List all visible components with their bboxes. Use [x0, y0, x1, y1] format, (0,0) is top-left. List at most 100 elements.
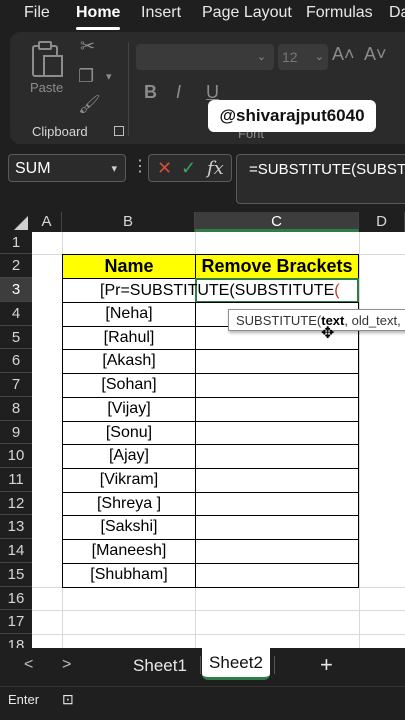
copy-icon[interactable]: ❐ [78, 66, 94, 87]
cut-icon[interactable]: ✂ [80, 36, 95, 57]
watermark-handle: @shivarajput6040 [208, 100, 376, 132]
row-header-2[interactable]: 2 [0, 254, 32, 278]
cancel-icon[interactable]: ✕ [157, 158, 172, 179]
row-header-8[interactable]: 8 [0, 397, 32, 421]
tab-page-layout[interactable]: Page Layout [202, 4, 292, 22]
clipboard-launcher-icon[interactable] [114, 126, 124, 136]
table-row-result[interactable] [195, 539, 359, 564]
row-header-13[interactable]: 13 [0, 515, 32, 539]
font-size-dropdown[interactable]: 12 ⌄ [278, 44, 328, 70]
shrink-font-icon[interactable]: A˅ [364, 44, 387, 65]
row-header-11[interactable]: 11 [0, 468, 32, 492]
tab-insert[interactable]: Insert [141, 4, 181, 22]
row-header-3[interactable]: 3 [0, 278, 32, 302]
select-all-icon [14, 216, 28, 230]
gridline [32, 634, 405, 635]
tab-divider [274, 656, 275, 674]
italic-icon[interactable]: I [176, 82, 181, 103]
row-header-17[interactable]: 17 [0, 610, 32, 634]
table-row-name[interactable]: [Akash] [62, 349, 196, 374]
table-row-name[interactable]: [Maneesh] [62, 539, 196, 564]
accessibility-icon[interactable]: ⊡ [62, 691, 74, 708]
tooltip-other-args: , old_text, n [344, 313, 405, 328]
paste-icon[interactable] [30, 40, 64, 83]
clipboard-group-label: Clipboard [32, 124, 88, 139]
tab-data[interactable]: Da [389, 4, 405, 22]
open-paren-highlight: ( [334, 282, 340, 299]
table-row-name[interactable]: [Shreya ] [62, 492, 196, 516]
table-row-name[interactable]: [Sakshi] [62, 515, 196, 540]
row-header-4[interactable]: 4 [0, 302, 32, 326]
table-row-name[interactable]: [Rahul] [62, 326, 196, 350]
formula-bar: SUM ▾ ⋮ ✕ ✓ fx =SUBSTITUTE(SUBSTITUTE( [0, 146, 405, 206]
chevron-left-icon[interactable]: < [24, 656, 33, 674]
status-bar: Enter ⊡ [0, 686, 405, 720]
cell-edit-text: [Pr=SUBSTITUTE(SUBSTITUTE( [100, 282, 340, 299]
row-header-7[interactable]: 7 [0, 373, 32, 397]
bold-icon[interactable]: B [144, 82, 157, 103]
row-header-9[interactable]: 9 [0, 421, 32, 444]
tooltip-function-name: SUBSTITUTE( [236, 313, 322, 328]
row-header-10[interactable]: 10 [0, 444, 32, 468]
grow-font-icon[interactable]: A˄ [332, 44, 355, 65]
tab-home[interactable]: Home [76, 4, 120, 22]
gridline [32, 610, 405, 611]
insert-function-icon[interactable]: fx [207, 158, 224, 179]
chevron-down-icon: ▾ [111, 163, 117, 175]
row-header-1[interactable]: 1 [0, 232, 32, 254]
font-size-value: 12 [282, 49, 298, 65]
table-row-result[interactable] [195, 373, 359, 398]
name-box-value: SUM [15, 160, 51, 177]
table-row-name[interactable]: [Sonu] [62, 421, 196, 445]
column-header-b[interactable]: B [62, 212, 195, 232]
add-sheet-button[interactable]: + [320, 652, 333, 678]
header-remove-brackets-cell[interactable]: Remove Brackets [195, 254, 359, 279]
table-row-result[interactable] [195, 421, 359, 445]
column-header-a[interactable]: A [32, 212, 62, 232]
chevron-down-icon: ⌄ [314, 51, 324, 63]
name-box[interactable]: SUM ▾ [8, 154, 126, 182]
font-name-dropdown[interactable]: ⌄ [136, 44, 274, 70]
table-row-name[interactable]: [Neha] [62, 302, 196, 327]
gridline [359, 232, 360, 648]
table-row-name[interactable]: [Sohan] [62, 373, 196, 398]
sheet-tab-sheet1[interactable]: Sheet1 [128, 648, 192, 680]
select-all-corner[interactable] [0, 212, 32, 232]
table-row-name[interactable]: [Shubham] [62, 563, 196, 588]
tab-file[interactable]: File [24, 4, 50, 22]
formula-input[interactable]: =SUBSTITUTE(SUBSTITUTE( [236, 154, 405, 204]
tab-formulas[interactable]: Formulas [306, 4, 373, 22]
more-options-icon[interactable]: ⋮ [132, 156, 148, 176]
table-row-result[interactable] [195, 492, 359, 516]
status-mode: Enter [8, 692, 40, 707]
copy-dropdown-icon[interactable]: ▾ [106, 70, 112, 83]
table-row-name[interactable]: [Vikram] [62, 468, 196, 493]
row-header-12[interactable]: 12 [0, 492, 32, 515]
paste-button-label[interactable]: Paste [30, 80, 63, 95]
row-header-6[interactable]: 6 [0, 349, 32, 373]
move-cursor-icon: ✥ [321, 325, 335, 342]
tab-divider [200, 656, 201, 674]
table-row-result[interactable] [195, 563, 359, 588]
header-name-cell[interactable]: Name [62, 254, 196, 279]
row-header-16[interactable]: 16 [0, 587, 32, 610]
row-header-18[interactable]: 18 [0, 634, 32, 648]
enter-check-icon[interactable]: ✓ [181, 158, 196, 179]
function-tooltip[interactable]: SUBSTITUTE(text, old_text, n [228, 309, 405, 331]
table-row-name[interactable]: [Vijay] [62, 397, 196, 422]
format-painter-icon[interactable]: 🖌 [78, 94, 101, 115]
column-header-c[interactable]: C [195, 212, 359, 232]
table-row-result[interactable] [195, 349, 359, 374]
chevron-right-icon[interactable]: > [62, 656, 71, 674]
row-header-5[interactable]: 5 [0, 326, 32, 349]
table-row-result[interactable] [195, 397, 359, 422]
sheet-tab-sheet2[interactable]: Sheet2 [202, 648, 270, 680]
table-row-result[interactable] [195, 444, 359, 469]
table-row-name[interactable]: [Ajay] [62, 444, 196, 469]
table-row-result[interactable] [195, 515, 359, 540]
row-header-15[interactable]: 15 [0, 563, 32, 587]
table-row-result[interactable] [195, 468, 359, 493]
row-header-14[interactable]: 14 [0, 539, 32, 563]
column-header-d[interactable]: D [359, 212, 405, 232]
worksheet-grid[interactable]: A B C D 1 2 3 4 5 6 7 8 9 10 11 12 13 14… [0, 212, 405, 648]
